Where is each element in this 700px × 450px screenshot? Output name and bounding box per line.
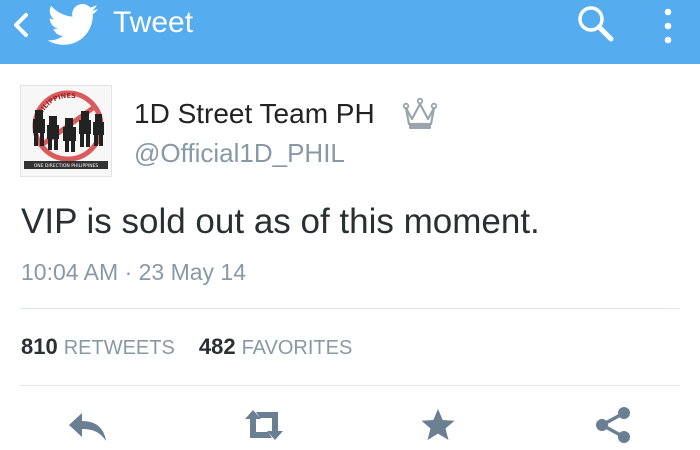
retweets-label[interactable]: RETWEETS: [64, 337, 175, 359]
retweets-count[interactable]: 810: [21, 334, 58, 359]
favorites-count[interactable]: 482: [199, 334, 236, 359]
crown-icon: [402, 97, 438, 129]
tweet-text: VIP is sold out as of this moment.: [21, 202, 540, 241]
avatar[interactable]: PHILIPPINES ONE DIRECTION PHILIPPINES: [20, 85, 112, 177]
overflow-menu-icon[interactable]: [656, 6, 680, 46]
reply-icon[interactable]: [66, 405, 110, 445]
divider: [20, 308, 680, 309]
avatar-banner-text: ONE DIRECTION PHILIPPINES: [34, 163, 99, 169]
display-name[interactable]: 1D Street Team PH: [134, 97, 375, 131]
user-handle[interactable]: @Official1D_PHIL: [134, 137, 345, 169]
search-icon[interactable]: [575, 3, 617, 45]
tweet-timestamp: 10:04 AM · 23 May 14: [21, 259, 247, 285]
avatar-image: PHILIPPINES ONE DIRECTION PHILIPPINES: [21, 86, 111, 176]
divider: [20, 385, 680, 386]
favorite-icon[interactable]: [416, 405, 460, 445]
back-icon[interactable]: [6, 10, 36, 40]
favorites-label[interactable]: FAVORITES: [242, 337, 353, 359]
app-bar: Tweet: [0, 0, 700, 64]
share-icon[interactable]: [592, 405, 636, 445]
retweet-icon[interactable]: [242, 405, 286, 445]
app-title: Tweet: [113, 6, 194, 39]
tweet-stats: 810 RETWEETS 482 FAVORITES: [21, 333, 376, 362]
twitter-bird-icon[interactable]: [46, 2, 100, 48]
